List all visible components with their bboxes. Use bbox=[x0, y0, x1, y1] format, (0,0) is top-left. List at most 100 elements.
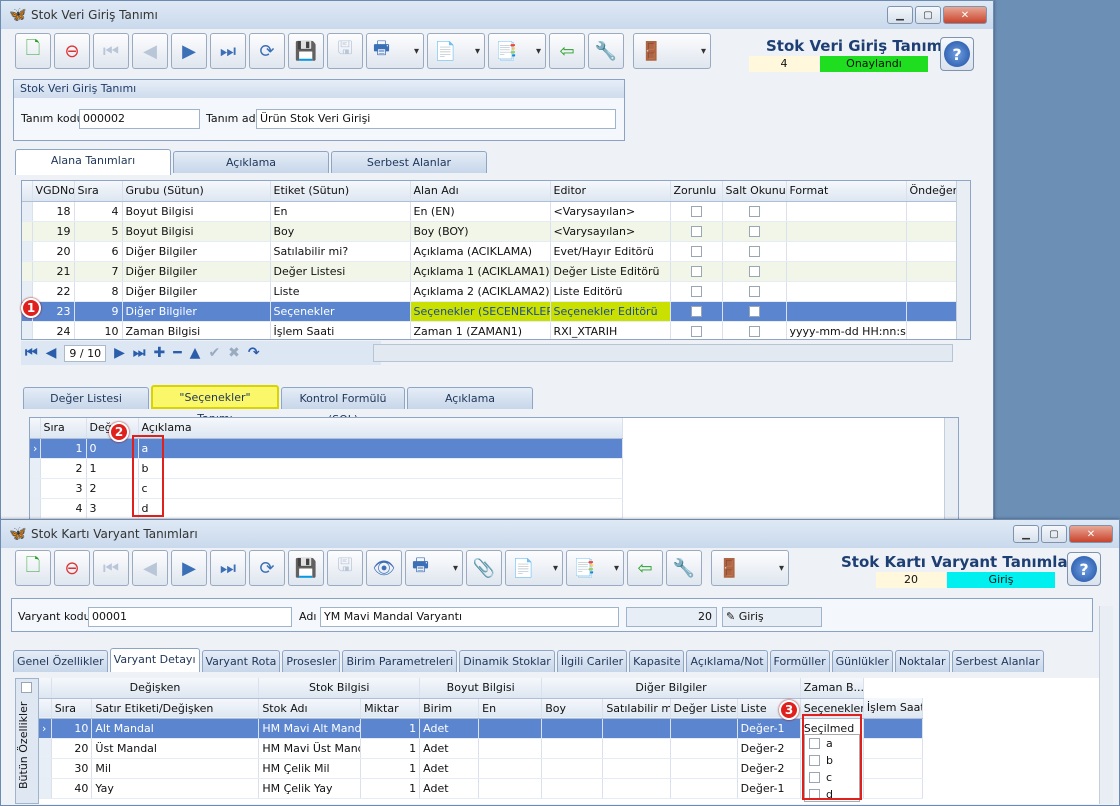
nav-next-icon[interactable]: ▶ bbox=[114, 345, 125, 361]
cell-vgd[interactable]: 18 bbox=[32, 201, 75, 222]
cell-etiket[interactable]: Üst Mandal bbox=[91, 738, 260, 759]
table-row[interactable]: 24 10 Zaman Bilgisi İşlem Saati Zaman 1 (ZAM… bbox=[22, 321, 957, 339]
minimize-button[interactable]: ▁ bbox=[887, 6, 913, 24]
tab-gunlukler[interactable]: Günlükler bbox=[831, 650, 893, 672]
grid-vertical-scrollbar[interactable] bbox=[956, 181, 970, 339]
cell-vgd[interactable]: 21 bbox=[32, 261, 75, 282]
cell-zorunlu[interactable] bbox=[670, 281, 723, 302]
cell-etiket[interactable]: Yay bbox=[91, 778, 260, 799]
options-vertical-scrollbar[interactable] bbox=[944, 418, 958, 519]
print-button[interactable]: 🖶 bbox=[405, 550, 463, 586]
close-button[interactable]: ✕ bbox=[943, 6, 987, 24]
tools-button[interactable]: 🔧 bbox=[588, 33, 624, 69]
tab-kontrol-formulu[interactable]: Kontrol Formülü (SQL) bbox=[281, 387, 405, 426]
cell-grup[interactable]: Diğer Bilgiler bbox=[122, 301, 271, 322]
cell-miktar[interactable]: 1 bbox=[360, 778, 421, 799]
last-record-button[interactable]: ⏭ bbox=[210, 550, 246, 586]
cell-editor[interactable]: Liste Editörü bbox=[550, 281, 671, 302]
minimize-button[interactable]: ▁ bbox=[1013, 525, 1039, 543]
cell-en[interactable] bbox=[478, 778, 543, 799]
cell-sira[interactable]: 4 bbox=[74, 201, 123, 222]
cell-stok[interactable]: HM Mavi Alt Mandal bbox=[258, 718, 362, 739]
attach-button[interactable]: 📎 bbox=[466, 550, 502, 586]
table-row[interactable]: 43d bbox=[30, 498, 623, 519]
cell-birim[interactable]: Adet bbox=[419, 778, 480, 799]
column-header[interactable]: Sıra bbox=[51, 698, 93, 719]
table-row[interactable]: 20Üst MandalHM Mavi Üst Mandal1Adet Değer… bbox=[39, 738, 924, 759]
cell-salt-okunur[interactable] bbox=[722, 281, 787, 302]
refresh-button[interactable]: ⟳ bbox=[249, 550, 285, 586]
column-header[interactable]: Birim bbox=[419, 698, 480, 719]
cell-satilabilir[interactable] bbox=[602, 718, 671, 739]
tab-varyant-rota[interactable]: Varyant Rota bbox=[201, 650, 281, 672]
cell-salt-okunur[interactable] bbox=[722, 221, 787, 242]
help-button[interactable]: ? bbox=[940, 37, 974, 71]
cell-deger-listesi[interactable] bbox=[670, 718, 738, 739]
cell-deger-listesi[interactable] bbox=[670, 758, 738, 779]
cell-zorunlu[interactable] bbox=[670, 201, 723, 222]
print-button[interactable]: 🖶 bbox=[366, 33, 424, 69]
cell-deger[interactable]: 3 bbox=[86, 498, 139, 519]
cell-etiket[interactable]: Değer Listesi bbox=[270, 261, 411, 282]
first-record-button[interactable]: ⏮ bbox=[93, 550, 129, 586]
cell-stok[interactable]: HM Çelik Mil bbox=[258, 758, 362, 779]
cell-stok[interactable]: HM Çelik Yay bbox=[258, 778, 362, 799]
column-header[interactable]: Açıklama bbox=[138, 418, 623, 439]
tab-aciklama[interactable]: Açıklama bbox=[173, 151, 329, 173]
cell-en[interactable] bbox=[478, 738, 543, 759]
cell-sira[interactable]: 30 bbox=[51, 758, 93, 779]
cell-grup[interactable]: Boyut Bilgisi bbox=[122, 201, 271, 222]
column-header[interactable]: Öndeğer bbox=[906, 181, 957, 202]
salt-okunur-checkbox[interactable] bbox=[748, 326, 760, 337]
cell-salt-okunur[interactable] bbox=[722, 201, 787, 222]
maximize-button[interactable]: ▢ bbox=[1041, 525, 1067, 543]
tab-genel-ozellikler[interactable]: Genel Özellikler bbox=[13, 650, 108, 672]
exit-button[interactable]: 🚪 bbox=[711, 550, 789, 586]
cell-sira[interactable]: 10 bbox=[51, 718, 93, 739]
cell-sira[interactable]: 1 bbox=[40, 438, 87, 459]
cell-format[interactable] bbox=[786, 241, 907, 262]
cell-satilabilir[interactable] bbox=[602, 738, 671, 759]
table-row[interactable]: 21b bbox=[30, 458, 623, 479]
tab-formuller[interactable]: Formüller bbox=[769, 650, 830, 672]
table-row[interactable]: 20 6 Diğer Bilgiler Satılabilir mi? Açıklama… bbox=[22, 241, 957, 262]
cell-miktar[interactable]: 1 bbox=[360, 738, 421, 759]
cell-en[interactable] bbox=[478, 758, 543, 779]
tab-serbest-alanlar[interactable]: Serbest Alanlar bbox=[331, 151, 487, 173]
cell-deger[interactable]: 1 bbox=[86, 458, 139, 479]
table-row[interactable]: 19 5 Boyut Bilgisi Boy Boy (BOY) <Varysayılan… bbox=[22, 221, 957, 242]
cell-salt-okunur[interactable] bbox=[722, 241, 787, 262]
zorunlu-checkbox[interactable] bbox=[690, 246, 702, 257]
column-header[interactable]: Editor bbox=[550, 181, 671, 202]
cancel-save-button[interactable]: 🖫 bbox=[327, 33, 363, 69]
cell-birim[interactable]: Adet bbox=[419, 718, 480, 739]
cell-etiket[interactable]: Liste bbox=[270, 281, 411, 302]
cell-liste[interactable]: Değer-2 bbox=[737, 738, 801, 759]
cell-vgd[interactable]: 22 bbox=[32, 281, 75, 302]
table-row[interactable]: 22 8 Diğer Bilgiler Liste Açıklama 2 (ACIKLA… bbox=[22, 281, 957, 302]
cell-alan[interactable]: Boy (BOY) bbox=[410, 221, 551, 242]
cell-ondeger[interactable] bbox=[906, 221, 957, 242]
cell-vgd[interactable]: 19 bbox=[32, 221, 75, 242]
maximize-button[interactable]: ▢ bbox=[915, 6, 941, 24]
cell-satilabilir[interactable] bbox=[602, 758, 671, 779]
tab-sub-aciklama[interactable]: Açıklama bbox=[407, 387, 533, 409]
cell-ondeger[interactable] bbox=[906, 261, 957, 282]
adi-input[interactable]: YM Mavi Mandal Varyantı bbox=[320, 607, 619, 627]
save-button[interactable]: 💾 bbox=[288, 550, 324, 586]
cell-editor[interactable]: <Varysayılan> bbox=[550, 201, 671, 222]
cell-salt-okunur[interactable] bbox=[722, 321, 787, 339]
cell-editor[interactable]: Değer Liste Editörü bbox=[550, 261, 671, 282]
zorunlu-checkbox[interactable] bbox=[690, 206, 702, 217]
zorunlu-checkbox[interactable] bbox=[690, 286, 702, 297]
column-header[interactable]: Sıra bbox=[74, 181, 123, 202]
cell-etiket[interactable]: İşlem Saati bbox=[270, 321, 411, 339]
select-all-checkbox[interactable] bbox=[21, 682, 32, 693]
cell-islem-saati[interactable] bbox=[863, 758, 924, 779]
save-button[interactable]: 💾 bbox=[288, 33, 324, 69]
cell-format[interactable] bbox=[786, 261, 907, 282]
table-row[interactable]: 40 Yay HM Çelik Yay 1 Adet Değer-1 bbox=[39, 778, 924, 799]
cell-sira[interactable]: 4 bbox=[40, 498, 87, 519]
column-header[interactable]: Değer Listesi bbox=[670, 698, 738, 719]
salt-okunur-checkbox[interactable] bbox=[748, 246, 760, 257]
